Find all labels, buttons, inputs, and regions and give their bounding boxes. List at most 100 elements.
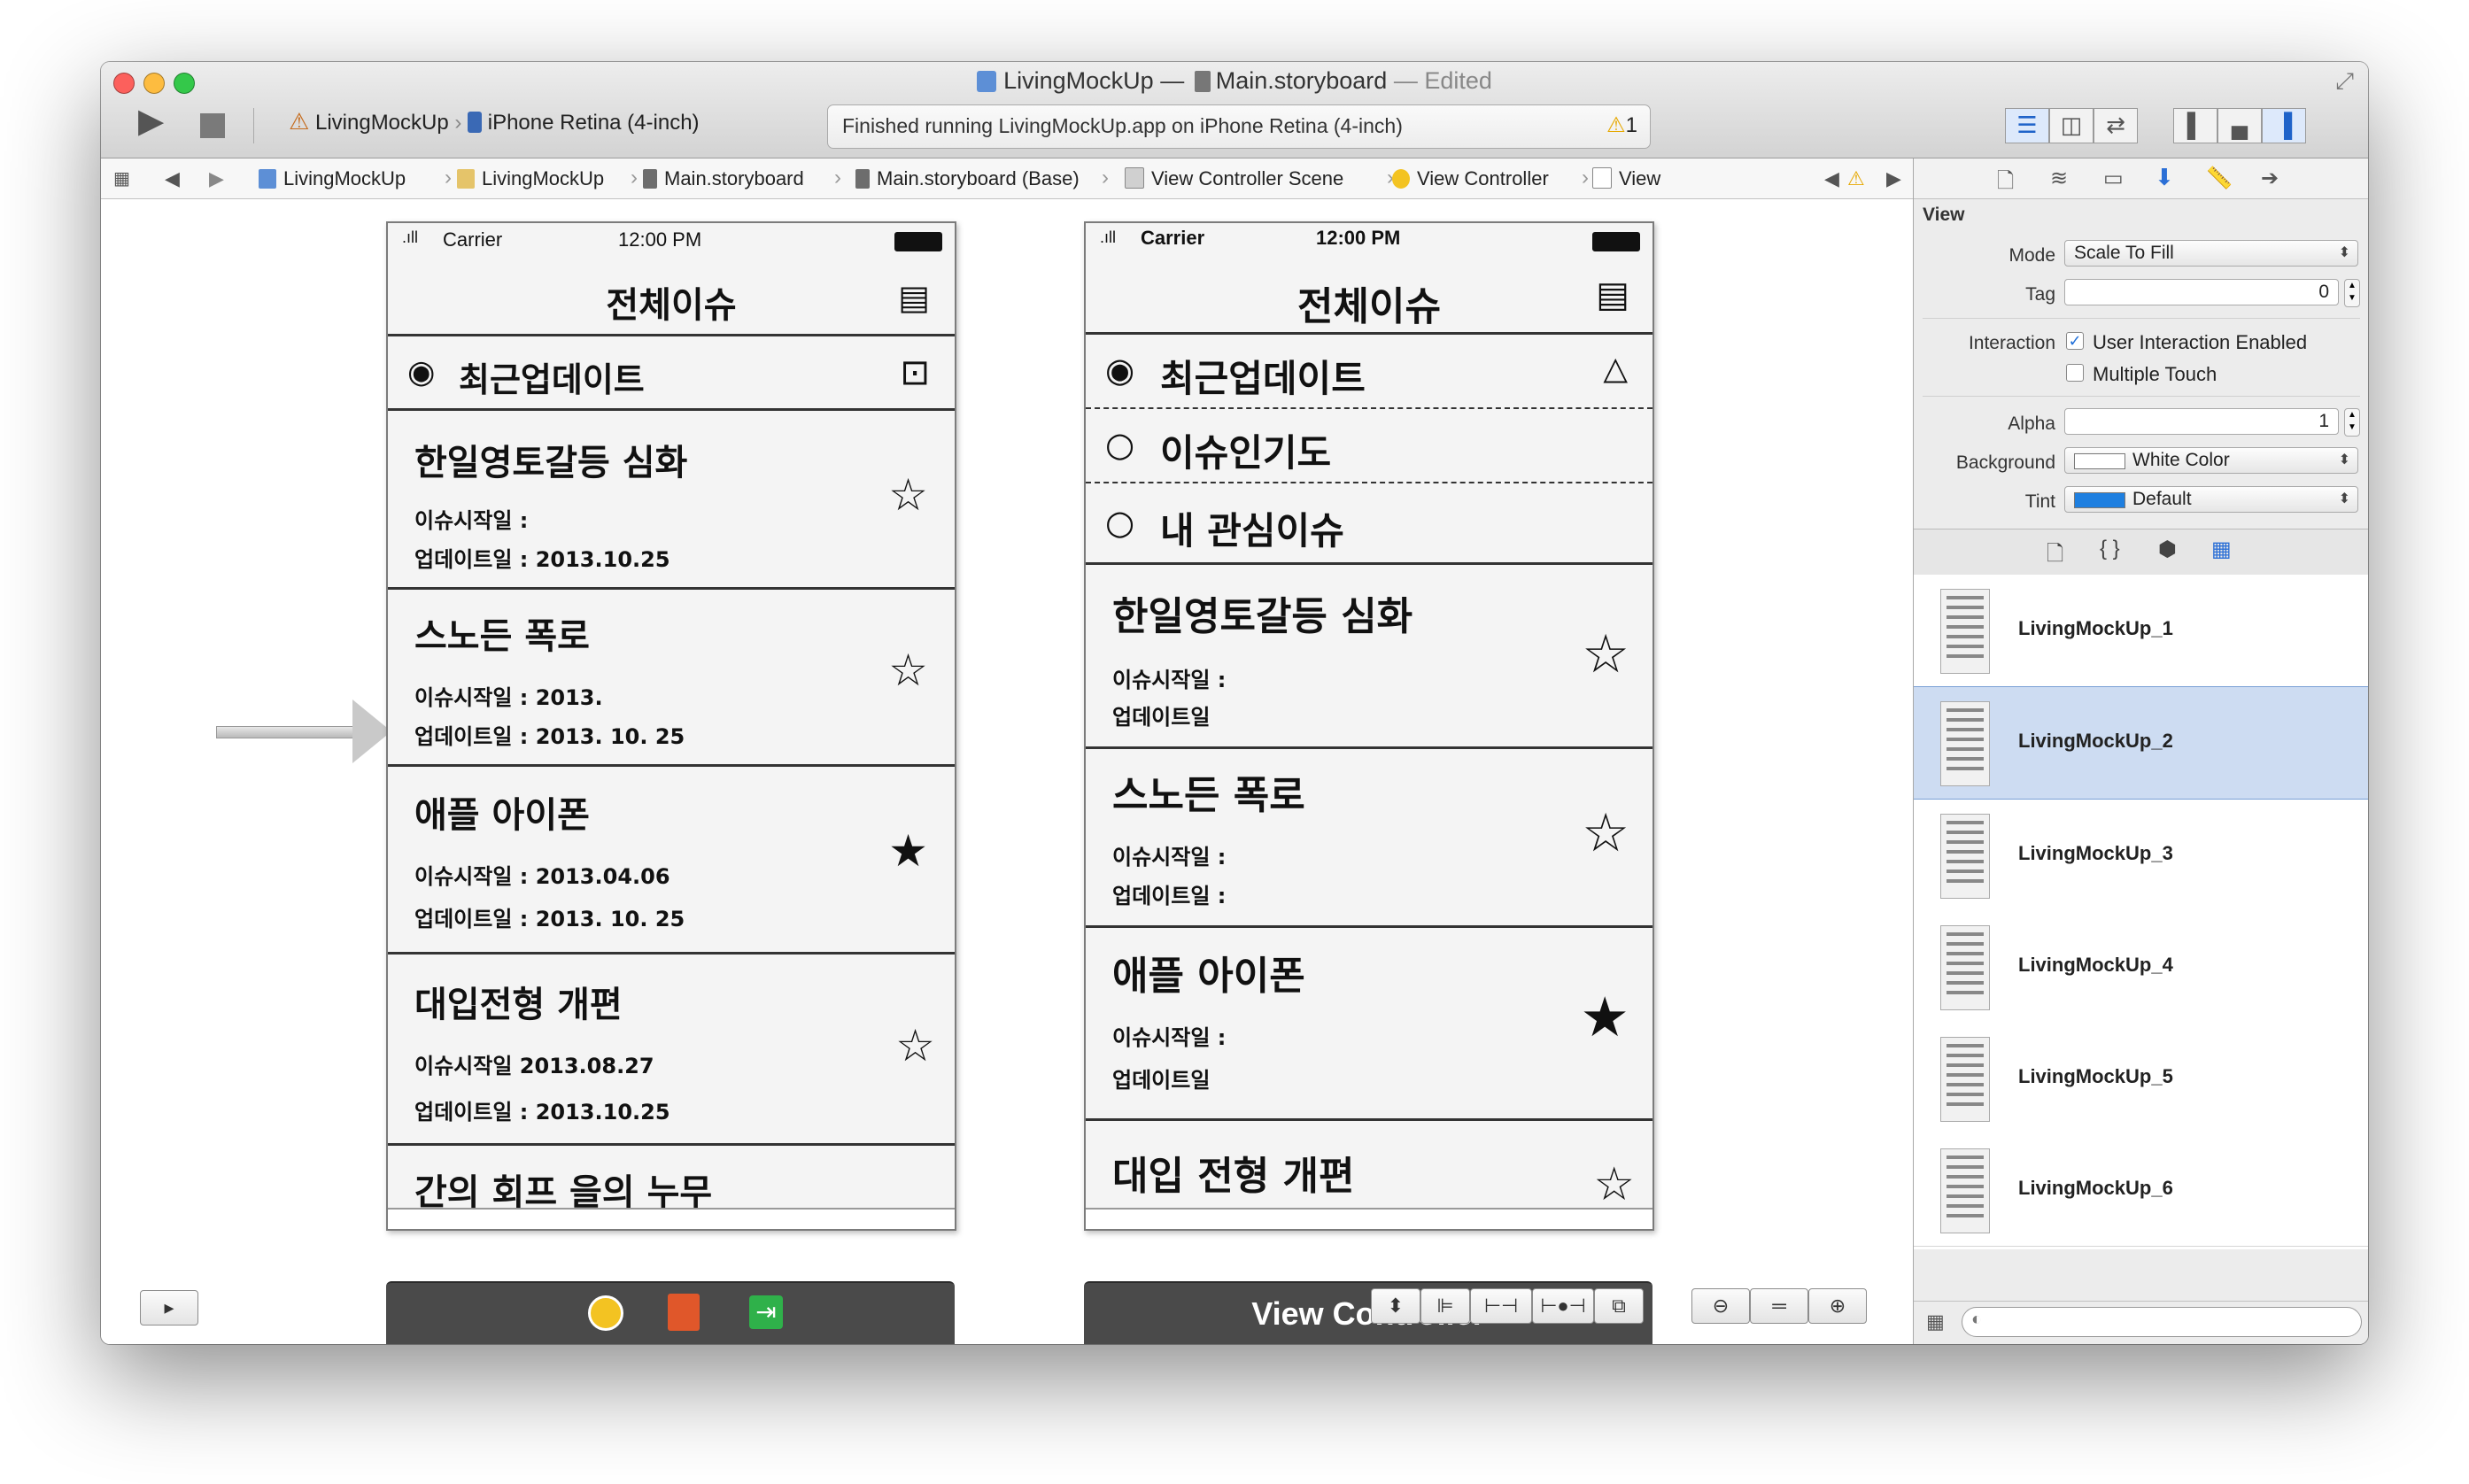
stop-icon[interactable] xyxy=(200,113,225,138)
resizing-icon[interactable]: ⧉ xyxy=(1594,1288,1644,1324)
media-library-icon[interactable]: ▦ xyxy=(2211,537,2232,562)
tag-stepper[interactable]: ▲ ▼ xyxy=(2344,279,2360,307)
connections-inspector-icon[interactable]: ➔ xyxy=(2261,166,2279,191)
identity-inspector-icon[interactable]: ▭ xyxy=(2103,166,2124,191)
back-button[interactable]: ◀ xyxy=(165,167,180,190)
option-row[interactable]: ◉ 최근업데이트 △ xyxy=(1086,335,1652,409)
utilities-toggle[interactable]: ▐ xyxy=(2262,108,2306,143)
document-outline-toggle[interactable]: ▸ xyxy=(140,1290,198,1326)
autolayout-format-icon[interactable]: ⬍ xyxy=(1371,1288,1420,1324)
grid-view-icon[interactable]: ▦ xyxy=(1926,1310,1945,1333)
list-item[interactable]: 한일영토갈등 심화 이슈시작일 : 업데이트일 ☆ xyxy=(1086,565,1652,749)
crumb-view[interactable]: View xyxy=(1592,167,1660,190)
mockup-screen-left[interactable]: .ıll Carrier 12:00 PM 전체이슈 ▤ ◉ 최근업데이트 ⊡ … xyxy=(386,221,956,1231)
radio-selected-icon: ◉ xyxy=(407,354,436,390)
crumb-scene[interactable]: View Controller Scene xyxy=(1125,167,1343,190)
tint-select[interactable]: Default ⬍ xyxy=(2064,486,2358,513)
crumb-separator: › xyxy=(631,166,638,189)
library-item[interactable]: LivingMockUp_1 xyxy=(1914,575,2368,687)
storyboard-canvas[interactable]: .ıll Carrier 12:00 PM 전체이슈 ▤ ◉ 최근업데이트 ⊡ … xyxy=(101,199,1913,1344)
list-item[interactable]: 대입 전형 개편 ☆ xyxy=(1086,1121,1652,1211)
user-interaction-checkbox[interactable]: ✓ xyxy=(2066,332,2084,350)
fullscreen-icon[interactable]: ⤢ xyxy=(2335,67,2354,96)
list-item[interactable]: 애플 아이폰 이슈시작일 : 2013.04.06 업데이트일 : 2013. … xyxy=(388,767,955,955)
attributes-inspector-icon[interactable]: ⬇ xyxy=(2155,164,2174,191)
battery-icon xyxy=(894,232,942,251)
background-select[interactable]: White Color ⬍ xyxy=(2064,447,2358,474)
option-row[interactable]: ○ 내 관심이슈 xyxy=(1086,483,1652,565)
dropdown-icon[interactable]: ⊡ xyxy=(900,352,930,393)
divider xyxy=(1923,318,2360,319)
view-controller-icon[interactable] xyxy=(588,1295,623,1331)
list-item[interactable]: 스노든 폭로 이슈시작일 : 2013. 업데이트일 : 2013. 10. 2… xyxy=(388,590,955,767)
scene-icon xyxy=(1125,167,1144,189)
list-item[interactable]: 스노든 폭로 이슈시작일 : 업데이트일 : ☆ xyxy=(1086,749,1652,928)
list-item[interactable]: 간의 회프 을의 누무 xyxy=(388,1146,955,1213)
filter-row[interactable]: ◉ 최근업데이트 ⊡ xyxy=(388,336,955,411)
pin-icon[interactable]: ⊢⊣ xyxy=(1470,1288,1532,1324)
star-outline-icon[interactable]: ☆ xyxy=(888,645,928,696)
zoom-actual-icon[interactable]: ═ xyxy=(1750,1288,1808,1324)
file-inspector-icon[interactable]: 🗋 xyxy=(1997,166,2014,202)
list-item[interactable]: 대입전형 개편 이슈시작일 2013.08.27 업데이트일 : 2013.10… xyxy=(388,955,955,1146)
crumb-storyboard-base[interactable]: Main.storyboard (Base) xyxy=(855,167,1080,190)
size-inspector-icon[interactable]: 📏 xyxy=(2206,166,2233,191)
crumb-view-controller[interactable]: View Controller xyxy=(1392,167,1549,190)
star-outline-icon[interactable]: ☆ xyxy=(1582,802,1629,864)
library-item-selected[interactable]: LivingMockUp_2 xyxy=(1914,686,2368,800)
related-items-icon[interactable]: ▦ xyxy=(113,167,130,189)
filter-icon: ◐ xyxy=(1971,1310,1983,1329)
exit-icon[interactable]: ⇥ xyxy=(749,1295,783,1329)
warning-icon[interactable]: ⚠ xyxy=(1847,167,1865,190)
menu-icon[interactable]: ▤ xyxy=(1596,274,1629,315)
mockup-bottom-edge xyxy=(388,1208,955,1229)
library-item[interactable]: LivingMockUp_4 xyxy=(1914,911,2368,1024)
assistant-editor-button[interactable]: ◫ xyxy=(2049,108,2094,143)
object-library-icon[interactable]: ⬢ xyxy=(2158,537,2177,562)
file-template-icon[interactable]: 🗋 xyxy=(2047,538,2063,575)
quick-help-icon[interactable]: ≋ xyxy=(2050,166,2068,191)
navigator-toggle[interactable]: ▌ xyxy=(2173,108,2217,143)
version-editor-button[interactable]: ⇄ xyxy=(2094,108,2138,143)
next-issue-button[interactable]: ▶ xyxy=(1886,167,1901,190)
option-row[interactable]: ○ 이슈인기도 xyxy=(1086,409,1652,483)
resolve-icon[interactable]: ⊢●⊣ xyxy=(1532,1288,1594,1324)
debug-toggle[interactable]: ▄ xyxy=(2217,108,2262,143)
star-outline-icon[interactable]: ☆ xyxy=(1582,623,1629,685)
standard-editor-button[interactable]: ☰ xyxy=(2005,108,2049,143)
chevron-updown-icon: ⬍ xyxy=(2338,491,2350,506)
library-item[interactable]: LivingMockUp_6 xyxy=(1914,1134,2368,1247)
tag-field[interactable]: 0 xyxy=(2064,279,2339,305)
warning-icon: ⚠ xyxy=(1606,113,1626,137)
collapse-triangle-icon[interactable]: △ xyxy=(1603,351,1628,387)
alpha-stepper[interactable]: ▲ ▼ xyxy=(2344,408,2360,437)
star-outline-icon[interactable]: ☆ xyxy=(888,469,928,521)
first-responder-icon[interactable] xyxy=(668,1294,700,1331)
crumb-project[interactable]: LivingMockUp xyxy=(259,167,406,190)
zoom-out-icon[interactable]: ⊖ xyxy=(1691,1288,1750,1324)
crumb-group[interactable]: LivingMockUp xyxy=(457,167,604,190)
zoom-in-icon[interactable]: ⊕ xyxy=(1808,1288,1867,1324)
previous-issue-button[interactable]: ◀ xyxy=(1824,167,1839,190)
library-item[interactable]: LivingMockUp_3 xyxy=(1914,800,2368,912)
star-filled-icon[interactable]: ★ xyxy=(1580,985,1629,1049)
align-icon[interactable]: ⊫ xyxy=(1420,1288,1470,1324)
warning-count[interactable]: ⚠1 xyxy=(1606,112,1637,138)
star-outline-icon[interactable]: ☆ xyxy=(1593,1158,1635,1211)
menu-icon[interactable]: ▤ xyxy=(898,278,930,317)
alpha-field[interactable]: 1 xyxy=(2064,408,2339,435)
list-item[interactable]: 애플 아이폰 이슈시작일 : 업데이트일 ★ xyxy=(1086,928,1652,1121)
forward-button[interactable]: ▶ xyxy=(209,167,224,190)
multiple-touch-checkbox[interactable] xyxy=(2066,364,2084,382)
mode-select[interactable]: Scale To Fill ⬍ xyxy=(2064,240,2358,267)
scheme-selector[interactable]: ⚠ LivingMockUp › iPhone Retina (4-inch) xyxy=(289,108,700,135)
mockup-screen-right[interactable]: .ıll Carrier 12:00 PM 전체이슈 ▤ ◉ 최근업데이트 △ … xyxy=(1084,221,1654,1231)
list-item[interactable]: 한일영토갈등 심화 이슈시작일 : 업데이트일 : 2013.10.25 ☆ xyxy=(388,411,955,590)
library-filter-input[interactable]: ◐ xyxy=(1962,1307,2362,1337)
star-filled-icon[interactable]: ★ xyxy=(888,825,928,877)
play-icon[interactable]: ▶ xyxy=(138,101,164,141)
code-snippet-icon[interactable]: { } xyxy=(2100,537,2120,561)
crumb-storyboard[interactable]: Main.storyboard xyxy=(643,167,804,190)
star-outline-icon[interactable]: ☆ xyxy=(895,1020,935,1071)
library-item[interactable]: LivingMockUp_5 xyxy=(1914,1023,2368,1135)
